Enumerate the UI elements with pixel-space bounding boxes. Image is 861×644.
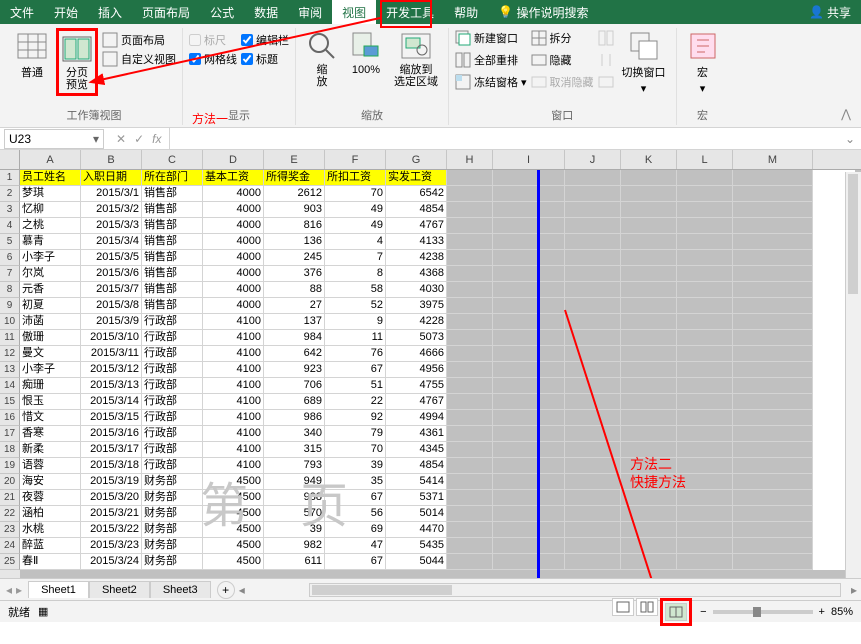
chevron-down-icon: ▾ <box>521 76 527 89</box>
tab-insert[interactable]: 插入 <box>88 0 132 24</box>
window-icon <box>455 30 471 46</box>
share-icon: 👤 <box>809 5 824 19</box>
zoom-100-button[interactable]: 100% <box>346 28 386 78</box>
switch-windows-button[interactable]: 切换窗口▾ <box>618 28 670 97</box>
page-layout-button[interactable]: 页面布局 <box>102 32 176 48</box>
zoom-in-button[interactable]: + <box>819 606 825 618</box>
page-break-icon <box>61 33 93 65</box>
sheet-tab-2[interactable]: Sheet2 <box>89 581 150 598</box>
unhide-button[interactable]: 取消隐藏 <box>531 74 594 90</box>
freeze-panes-button[interactable]: 冻结窗格 ▾ <box>455 74 527 90</box>
scroll-right-icon[interactable]: ▸ <box>847 583 861 597</box>
magnify-icon <box>306 30 338 62</box>
formula-bar-checkbox[interactable]: 编辑栏 <box>241 32 289 48</box>
tab-formulas[interactable]: 公式 <box>200 0 244 24</box>
grid[interactable]: 1234567891011121314151617181920212223242… <box>0 170 861 578</box>
status-bar: 就绪 ▦ − + 85% <box>0 600 861 622</box>
zoom-percent[interactable]: 85% <box>831 606 853 618</box>
tellme[interactable]: 💡 操作说明搜索 <box>488 0 598 24</box>
arrange-icon <box>455 52 471 68</box>
collapse-ribbon-button[interactable]: ⋀ <box>837 103 855 125</box>
new-window-button[interactable]: 新建窗口 <box>455 30 527 46</box>
view-side-button <box>598 30 614 46</box>
freeze-icon <box>455 74 471 90</box>
custom-icon <box>102 51 118 67</box>
chevron-down-icon: ▾ <box>641 82 647 95</box>
sync-scroll-button <box>598 52 614 68</box>
page-layout-view-icon[interactable] <box>636 598 658 616</box>
new-sheet-button[interactable]: + <box>217 581 235 599</box>
group-label-show: 显示 <box>189 105 289 125</box>
grid-icon <box>16 30 48 62</box>
tab-data[interactable]: 数据 <box>244 0 288 24</box>
ruler-checkbox[interactable]: 标尺 <box>189 32 237 48</box>
name-box[interactable]: U23▾ <box>4 129 104 149</box>
zoom-out-button[interactable]: − <box>700 606 706 618</box>
tab-developer[interactable]: 开发工具 <box>376 0 444 24</box>
chevron-down-icon[interactable]: ▾ <box>93 132 99 146</box>
bulb-icon: 💡 <box>498 5 513 19</box>
split-icon <box>531 30 547 46</box>
tab-help[interactable]: 帮助 <box>444 0 488 24</box>
custom-views-button[interactable]: 自定义视图 <box>102 51 176 67</box>
ribbon-tabs: 文件 开始 插入 页面布局 公式 数据 审阅 视图 开发工具 帮助 💡 操作说明… <box>0 0 861 24</box>
page-break-preview-button[interactable]: 分页 预览 <box>56 28 98 96</box>
macro-record-icon[interactable]: ▦ <box>38 605 48 618</box>
group-label-zoom: 缩放 <box>302 105 442 125</box>
hide-icon <box>531 52 547 68</box>
select-all-corner[interactable] <box>0 150 20 170</box>
zoom100-icon <box>350 30 382 62</box>
sheet-tab-3[interactable]: Sheet3 <box>150 581 211 598</box>
reset-pos-button <box>598 74 614 90</box>
switch-icon <box>628 30 660 62</box>
page-break-line <box>537 170 540 578</box>
unhide-icon <box>531 74 547 90</box>
zoom-slider[interactable] <box>713 610 813 614</box>
sheet-tab-1[interactable]: Sheet1 <box>28 581 89 598</box>
headings-checkbox[interactable]: 标题 <box>241 51 289 67</box>
expand-fx-icon[interactable]: ⌄ <box>839 132 861 146</box>
gridlines-checkbox[interactable]: 网格线 <box>189 51 237 67</box>
normal-view-icon[interactable] <box>612 598 634 616</box>
formula-bar-row: U23▾ ✕ ✓ fx ⌄ <box>0 128 861 150</box>
hide-button[interactable]: 隐藏 <box>531 52 594 68</box>
zoom-selection-button[interactable]: 缩放到 选定区域 <box>390 28 442 90</box>
group-label-window: 窗口 <box>455 105 670 125</box>
tab-file[interactable]: 文件 <box>0 0 44 24</box>
enter-icon[interactable]: ✓ <box>134 132 144 146</box>
fx-icon[interactable]: fx <box>152 132 161 146</box>
column-headers[interactable]: ABCDEFGHIJKLM <box>20 150 861 170</box>
tab-pagelayout[interactable]: 页面布局 <box>132 0 200 24</box>
vertical-scrollbar[interactable] <box>845 172 861 578</box>
row-headers[interactable]: 1234567891011121314151617181920212223242… <box>0 170 20 578</box>
normal-view-button[interactable]: 普通 <box>12 28 52 82</box>
group-label-views: 工作簿视图 <box>12 105 176 125</box>
tab-home[interactable]: 开始 <box>44 0 88 24</box>
group-label-macros: 宏 <box>683 105 723 125</box>
cancel-icon[interactable]: ✕ <box>116 132 126 146</box>
formula-input[interactable] <box>169 128 838 149</box>
share-button[interactable]: 👤共享 <box>799 4 861 21</box>
page-break-view-icon[interactable] <box>665 603 687 621</box>
scroll-left-icon[interactable]: ◂ <box>235 583 249 597</box>
sheet-tab-bar: ◂▸ Sheet1 Sheet2 Sheet3 + ◂ ▸ <box>0 578 861 600</box>
tab-view[interactable]: 视图 <box>332 0 376 24</box>
zoom-button[interactable]: 缩 放 <box>302 28 342 90</box>
ribbon: 普通 分页 预览 页面布局 自定义视图 工作簿视图 标尺 网格线 编辑栏 标题 … <box>0 24 861 128</box>
chevron-down-icon: ▾ <box>700 82 706 95</box>
page-icon <box>102 32 118 48</box>
arrange-all-button[interactable]: 全部重排 <box>455 52 527 68</box>
macro-icon <box>687 30 719 62</box>
sheet-nav[interactable]: ◂▸ <box>0 583 28 597</box>
macros-button[interactable]: 宏▾ <box>683 28 723 97</box>
horizontal-scrollbar[interactable] <box>309 583 841 597</box>
status-ready: 就绪 <box>8 604 30 620</box>
split-button[interactable]: 拆分 <box>531 30 594 46</box>
tab-review[interactable]: 审阅 <box>288 0 332 24</box>
zoom-sel-icon <box>400 30 432 62</box>
